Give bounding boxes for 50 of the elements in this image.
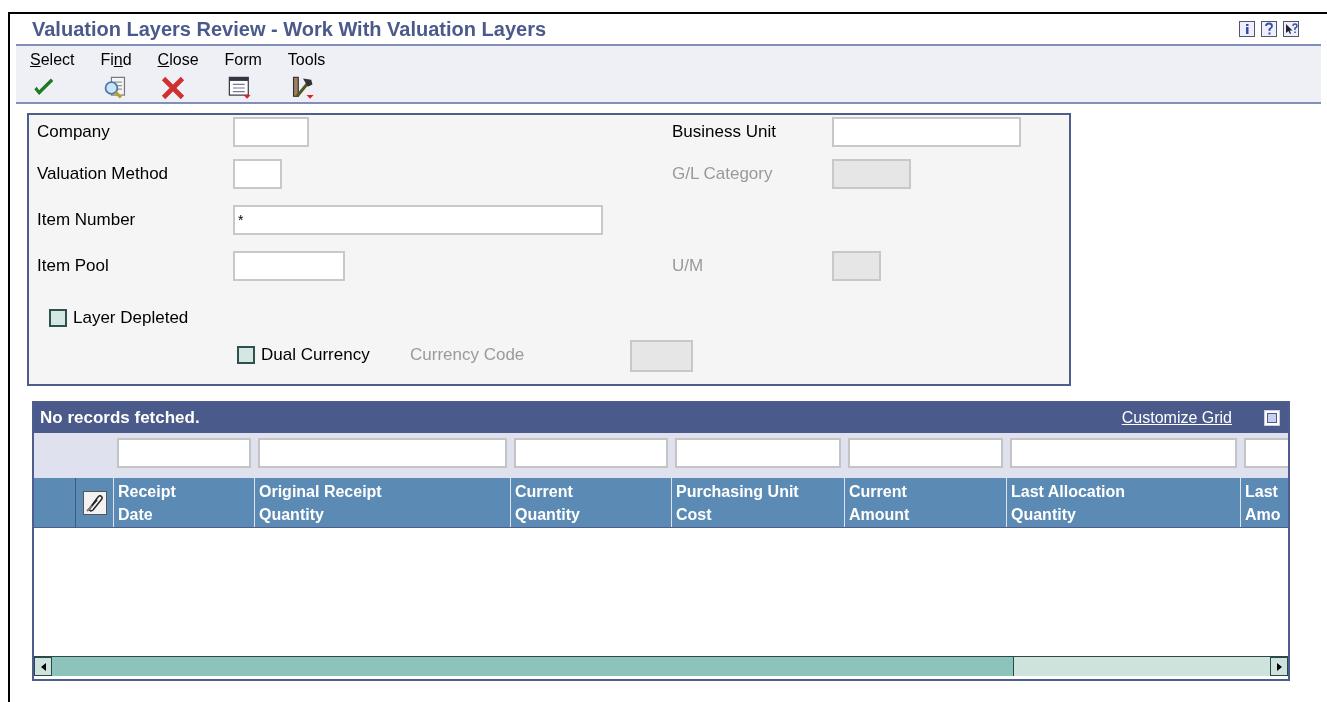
column-header[interactable]: Last Amo — [1241, 478, 1288, 527]
checkbox[interactable] — [49, 308, 67, 327]
input-field[interactable] — [233, 251, 345, 281]
field-label: Business Unit — [672, 121, 777, 143]
right-arrow-icon — [1276, 662, 1282, 671]
toolbar-button[interactable]: Select — [30, 46, 101, 102]
checkbox-label: Dual Currency — [261, 344, 370, 366]
column-header[interactable]: Current Quantity — [511, 478, 672, 527]
column-header[interactable]: Purchasing Unit Cost — [672, 478, 845, 527]
filter-field[interactable] — [848, 438, 1003, 468]
column-header[interactable]: Current Amount — [845, 478, 1007, 527]
toolbar-button[interactable]: Tools — [287, 46, 352, 102]
pointer-help-icon[interactable] — [1283, 21, 1299, 37]
scroll-right-button[interactable] — [1270, 657, 1288, 676]
window-title: Valuation Layers Review - Work With Valuation Layers — [32, 17, 547, 42]
scroll-thumb[interactable] — [52, 657, 1015, 676]
toolbar-button[interactable]: Form — [224, 46, 288, 102]
form-menu-icon — [226, 75, 253, 101]
field-label: G/L Category — [672, 163, 774, 185]
column-header[interactable]: Receipt Date — [114, 478, 255, 527]
field-label: U/M — [672, 255, 705, 277]
filter-field[interactable] — [514, 438, 668, 468]
column-header[interactable]: Last Allocation Quantity — [1007, 478, 1241, 527]
field-label: Company — [37, 121, 111, 143]
input-field[interactable] — [233, 159, 282, 189]
filter-field[interactable] — [117, 438, 251, 468]
checkbox[interactable] — [237, 345, 255, 364]
input-field[interactable] — [832, 117, 1021, 147]
info-icon[interactable] — [1239, 21, 1255, 37]
field-label: Currency Code — [410, 344, 525, 366]
checkbox-label: Layer Depleted — [73, 307, 189, 329]
input-field[interactable] — [233, 117, 309, 147]
toolbar-button[interactable]: Find — [100, 46, 158, 102]
field-label: Item Number — [37, 209, 137, 231]
grid-status: No records fetched. — [40, 407, 200, 430]
customize-grid-link[interactable]: Customize Grid — [1121, 406, 1232, 430]
filter-field[interactable] — [675, 438, 841, 468]
field-label: Item Pool — [37, 255, 110, 277]
help-icon[interactable] — [1261, 21, 1277, 37]
close-icon — [159, 75, 186, 101]
toolbar-button[interactable]: Close — [157, 46, 225, 102]
field-label: Valuation Method — [37, 163, 170, 185]
filter-field[interactable] — [258, 438, 507, 468]
attachment-icon[interactable] — [82, 490, 107, 515]
input-field[interactable]: * — [233, 205, 603, 235]
maximize-icon[interactable] — [1264, 410, 1280, 426]
scroll-left-button[interactable] — [34, 657, 52, 676]
filter-field[interactable] — [1010, 438, 1237, 468]
left-arrow-icon — [40, 662, 46, 671]
column-header[interactable]: Original Receipt Quantity — [255, 478, 511, 527]
